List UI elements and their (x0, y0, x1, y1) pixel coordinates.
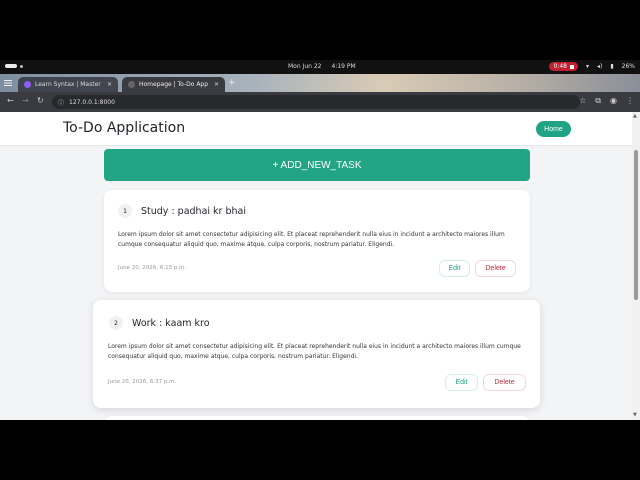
browser-toolbar: ← → ↻ ⓘ 127.0.0.1:8000 ☆ ⧉ ◉ ⋮ (0, 92, 640, 112)
edit-task-button[interactable]: Edit (445, 374, 478, 391)
task-title: Study : padhai kr bhai (141, 206, 246, 217)
tab-list-icon[interactable] (4, 80, 12, 86)
os-top-bar: Mon Jun 22 4:19 PM 0:48 ▾ ◂) ▮ 26% (0, 60, 640, 74)
volume-icon[interactable]: ◂) (597, 63, 602, 70)
task-description: Lorem ipsum dolor sit amet consectetur a… (118, 231, 505, 248)
workspace-dot (20, 64, 23, 68)
profile-icon[interactable]: ◉ (610, 96, 617, 106)
task-card: 1 Study : padhai kr bhai Lorem ipsum dol… (104, 190, 530, 292)
clock-time: 4:19 PM (331, 63, 356, 70)
letterbox-bottom (0, 420, 640, 480)
site-info-icon[interactable]: ⓘ (58, 98, 64, 107)
clock[interactable]: Mon Jun 22 4:19 PM (288, 63, 356, 70)
add-new-task-button[interactable]: + ADD_NEW_TASK (104, 149, 530, 181)
extensions-icon[interactable]: ⧉ (595, 96, 601, 106)
active-workspace-pill (5, 64, 17, 68)
letterbox-top (0, 0, 640, 60)
battery-percent: 26% (621, 63, 635, 70)
scrollbar-thumb[interactable] (634, 150, 638, 300)
page-scrollbar[interactable]: ▲ ▼ (632, 112, 640, 420)
browser-tab-homepage[interactable]: Homepage | To-Do App ✕ (122, 77, 225, 92)
close-icon[interactable]: ✕ (214, 81, 219, 88)
back-arrow-icon[interactable]: ← (7, 96, 14, 105)
menu-kebab-icon[interactable]: ⋮ (626, 96, 634, 106)
bookmark-star-icon[interactable]: ☆ (579, 96, 586, 106)
address-bar[interactable]: ⓘ 127.0.0.1:8000 (52, 95, 580, 109)
tab-favicon-icon (24, 81, 31, 88)
url-text: 127.0.0.1:8000 (69, 98, 115, 106)
task-description: Lorem ipsum dolor sit amet consectetur a… (108, 343, 521, 360)
reload-icon[interactable]: ↻ (37, 96, 44, 105)
edit-task-button[interactable]: Edit (439, 260, 470, 277)
page-viewport: To-Do Application Home + ADD_NEW_TASK 1 … (0, 112, 640, 420)
task-date: June 20, 2026, 6:37 p.m. (108, 379, 177, 385)
screen-recording-indicator[interactable]: 0:48 (549, 62, 578, 71)
app-navbar: To-Do Application Home (0, 112, 632, 146)
recording-time: 0:48 (553, 63, 567, 70)
forward-arrow-icon[interactable]: → (22, 96, 29, 105)
browser-tab-strip: Learn Syntax | Master W ✕ Homepage | To-… (0, 74, 640, 92)
task-number-badge: 1 (118, 204, 132, 218)
tab-favicon-icon (128, 81, 135, 88)
scroll-up-icon[interactable]: ▲ (633, 113, 637, 119)
task-number-badge: 2 (109, 316, 123, 330)
task-date: June 20, 2026, 6:15 p.m. (118, 265, 187, 271)
tab-title: Homepage | To-Do App (139, 81, 209, 88)
workspace-indicator[interactable] (5, 64, 23, 68)
close-icon[interactable]: ✕ (107, 81, 112, 88)
delete-task-button[interactable]: Delete (483, 374, 526, 391)
battery-icon[interactable]: ▮ (610, 63, 613, 70)
wifi-icon[interactable]: ▾ (586, 63, 589, 70)
delete-task-button[interactable]: Delete (475, 260, 516, 277)
stop-icon (569, 64, 574, 69)
clock-date: Mon Jun 22 (288, 63, 322, 70)
scroll-down-icon[interactable]: ▼ (633, 412, 637, 418)
app-brand[interactable]: To-Do Application (63, 120, 185, 136)
browser-tab-learn-syntax[interactable]: Learn Syntax | Master W ✕ (18, 77, 118, 92)
home-button[interactable]: Home (536, 121, 571, 137)
task-card: 2 Work : kaam kro Lorem ipsum dolor sit … (93, 300, 540, 408)
task-title: Work : kaam kro (132, 318, 210, 329)
new-tab-button[interactable]: + (228, 78, 236, 88)
tab-title: Learn Syntax | Master W (35, 81, 103, 88)
